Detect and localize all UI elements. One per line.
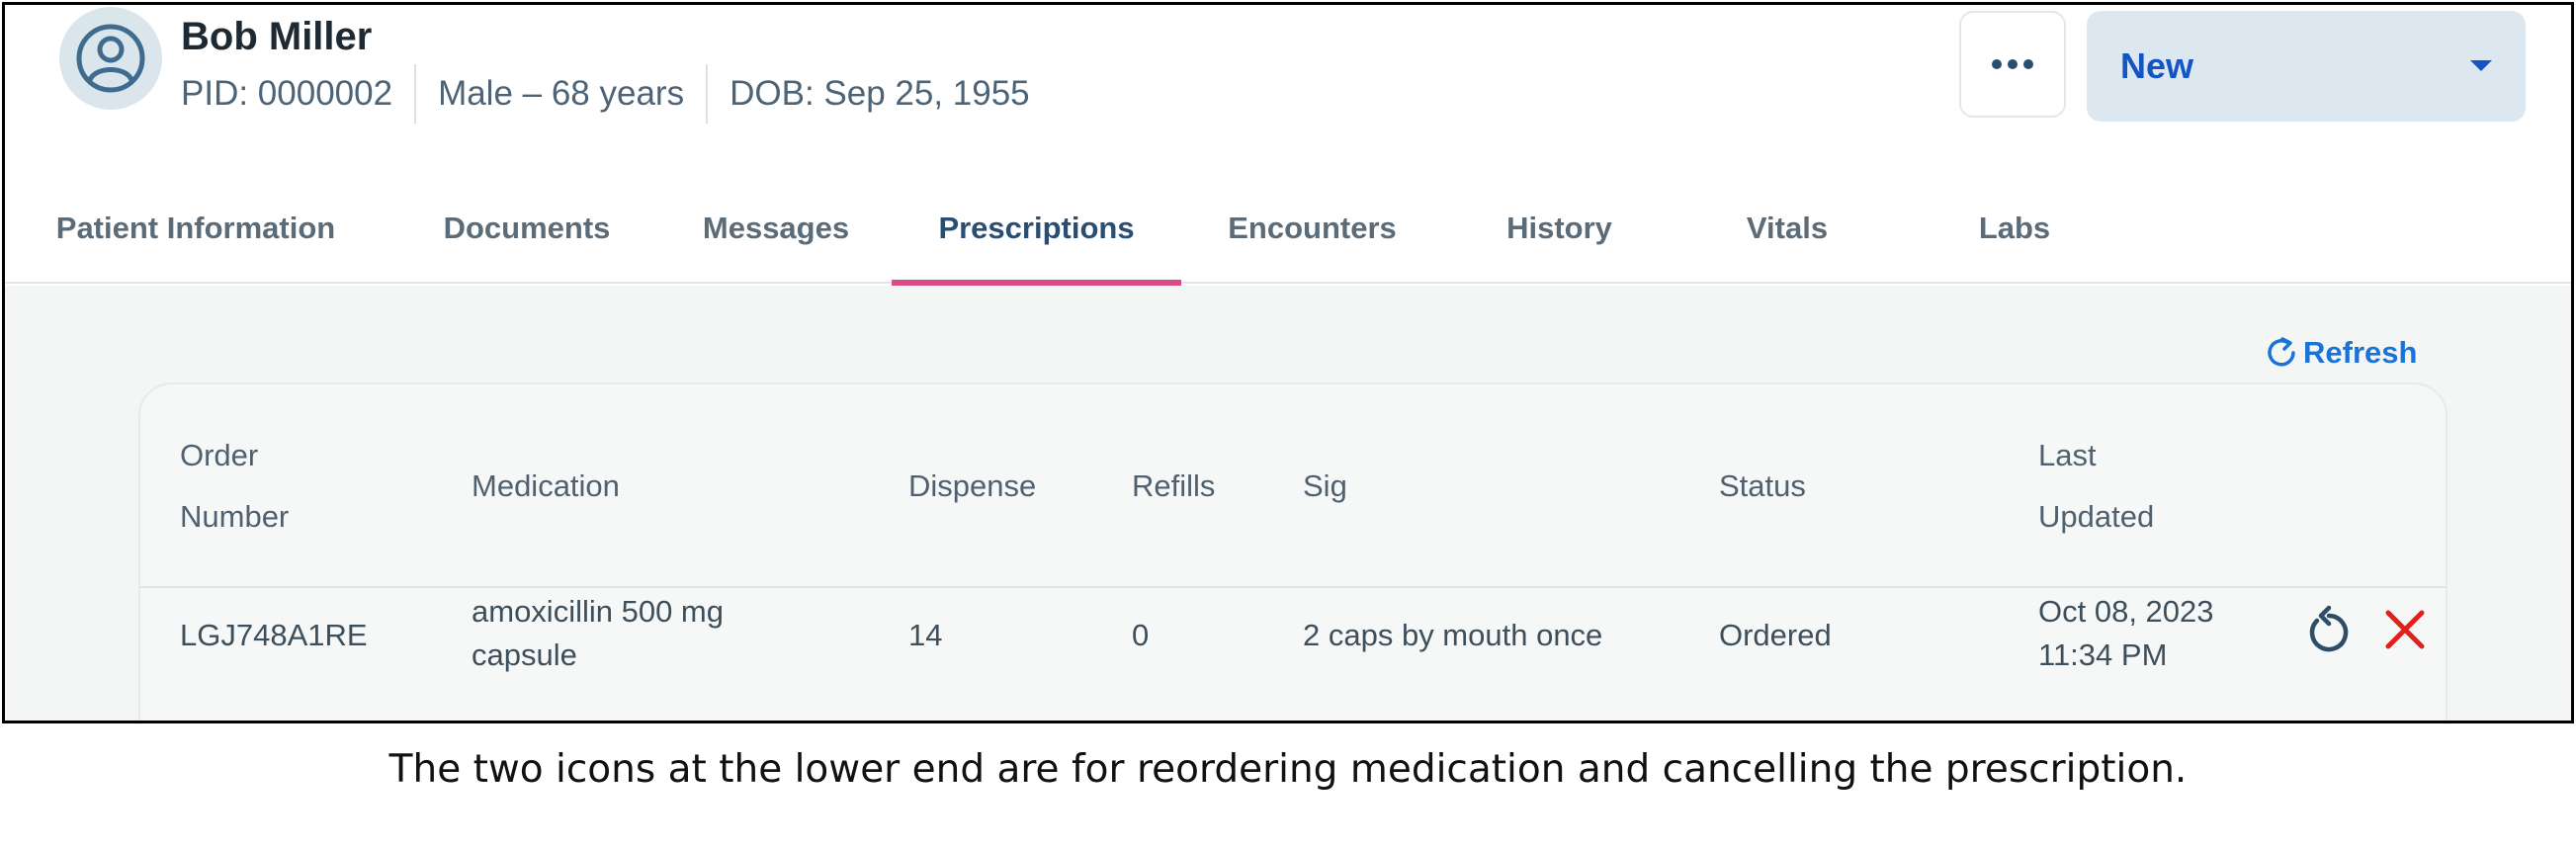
reorder-button[interactable] <box>2300 602 2358 659</box>
refresh-icon <box>2268 337 2295 367</box>
more-options-button[interactable] <box>1959 11 2066 118</box>
column-header-refills[interactable]: Refills <box>1132 456 1215 517</box>
cell-status: Ordered <box>1719 618 1832 652</box>
new-dropdown-button[interactable]: New <box>2087 11 2526 122</box>
figure-caption: The two icons at the lower end are for r… <box>388 747 2188 792</box>
header-line: Number <box>180 499 290 534</box>
column-header-dispense[interactable]: Dispense <box>908 456 1036 517</box>
cell-line: amoxicillin 500 mg <box>472 594 724 629</box>
cell-order-number: LGJ748A1RE <box>180 618 368 652</box>
more-horizontal-icon <box>1992 59 2033 69</box>
tab-vitals[interactable]: Vitals <box>1730 173 1845 284</box>
column-header-status[interactable]: Status <box>1719 456 1806 517</box>
cell-medication: amoxicillin 500 mg capsule <box>472 590 724 677</box>
column-header-order-number[interactable]: Order Number <box>180 425 289 548</box>
divider <box>706 64 709 124</box>
divider <box>414 64 417 124</box>
cell-sig: 2 caps by mouth once <box>1303 618 1603 652</box>
app-window: Bob Miller PID: 0000002 Male – 68 years … <box>2 2 2574 723</box>
tab-documents[interactable]: Documents <box>418 173 636 284</box>
header-line: Order <box>180 438 259 472</box>
cell-line: capsule <box>472 637 577 672</box>
column-header-medication[interactable]: Medication <box>472 456 620 517</box>
cell-refills: 0 <box>1132 618 1150 652</box>
refresh-label: Refresh <box>2303 335 2418 370</box>
header-line: Updated <box>2038 499 2155 534</box>
cell-last-updated: Oct 08, 2023 11:34 PM <box>2038 590 2214 677</box>
user-icon <box>76 24 145 93</box>
tab-bar: Patient Information Documents Messages P… <box>5 173 2571 286</box>
patient-avatar <box>59 7 162 110</box>
patient-name: Bob Miller <box>181 15 373 58</box>
tab-patient-information[interactable]: Patient Information <box>33 173 359 284</box>
new-button-label: New <box>2120 45 2194 86</box>
table-header: Order Number Medication Dispense Refills… <box>140 384 2446 588</box>
header-line: Last <box>2038 438 2097 472</box>
patient-dob: DOB: Sep 25, 1955 <box>730 74 1030 113</box>
tab-history[interactable]: History <box>1488 173 1631 284</box>
cell-dispense: 14 <box>908 618 943 652</box>
cell-line: 11:34 PM <box>2038 637 2168 672</box>
column-header-sig[interactable]: Sig <box>1303 456 1347 517</box>
refresh-button[interactable]: Refresh <box>2264 335 2417 371</box>
tab-messages[interactable]: Messages <box>687 173 865 284</box>
cancel-icon <box>2385 610 2425 649</box>
cancel-prescription-button[interactable] <box>2379 604 2431 655</box>
patient-id: PID: 0000002 <box>181 74 393 113</box>
reorder-icon <box>2309 605 2349 652</box>
tab-encounters[interactable]: Encounters <box>1211 173 1414 284</box>
tab-labs[interactable]: Labs <box>1965 173 2064 284</box>
column-header-last-updated[interactable]: Last Updated <box>2038 425 2154 548</box>
patient-meta: PID: 0000002 Male – 68 years DOB: Sep 25… <box>181 64 1030 124</box>
tab-prescriptions[interactable]: Prescriptions <box>892 173 1181 286</box>
patient-sex-age: Male – 68 years <box>438 74 685 113</box>
cell-line: Oct 08, 2023 <box>2038 594 2214 629</box>
caret-down-icon <box>2470 60 2492 71</box>
prescriptions-table: Order Number Medication Dispense Refills… <box>138 382 2447 721</box>
prescriptions-panel: Refresh Order Number Medication Dispense… <box>5 286 2571 721</box>
